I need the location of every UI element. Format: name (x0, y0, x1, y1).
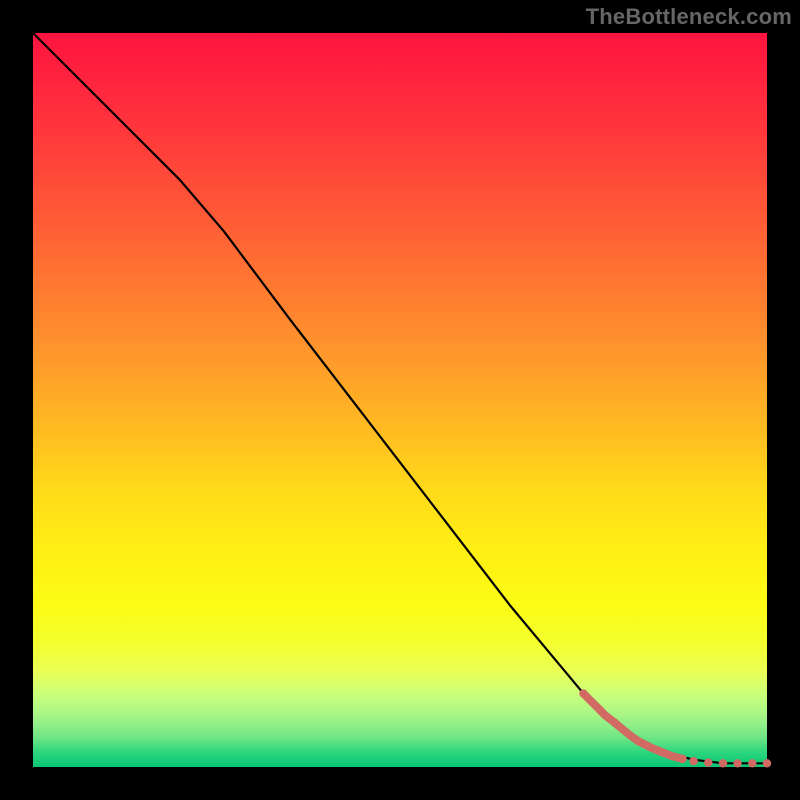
highlight-tail-dot (579, 689, 587, 697)
plot-area (33, 33, 767, 767)
chart-frame: TheBottleneck.com (0, 0, 800, 800)
bottleneck-curve (33, 33, 767, 763)
highlight-tail-dot (733, 759, 741, 767)
highlight-tail-dot (656, 747, 664, 755)
highlight-tail-dot (689, 757, 697, 765)
watermark-text: TheBottleneck.com (586, 4, 792, 30)
highlight-tail-dot (763, 759, 771, 767)
highlight-tail-dot (719, 759, 727, 767)
highlight-tail-dot (634, 737, 642, 745)
highlight-tail-dot (748, 759, 756, 767)
chart-svg (33, 33, 767, 767)
highlight-tail-group (579, 689, 771, 767)
highlight-tail-dot (678, 755, 686, 763)
highlight-tail-dot (704, 758, 712, 766)
highlight-tail-line (584, 694, 683, 759)
highlight-tail-dot (611, 719, 619, 727)
